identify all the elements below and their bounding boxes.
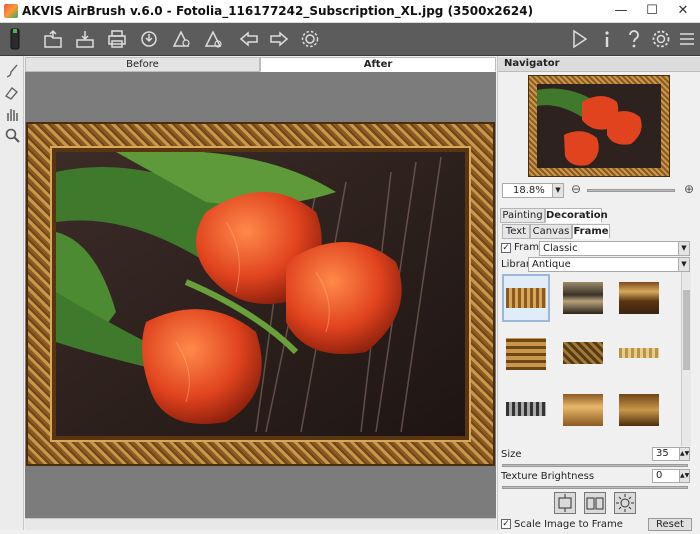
- navigator-header: Navigator: [498, 57, 700, 72]
- frame-checkbox[interactable]: ✓: [501, 243, 511, 253]
- main-tabs: Painting Decoration: [498, 208, 700, 223]
- tab-painting[interactable]: Painting: [500, 208, 545, 223]
- title-bar: AKVIS AirBrush v.6.0 - Fotolia_116177242…: [0, 0, 700, 23]
- print-icon[interactable]: [104, 27, 130, 51]
- app-logo-icon: [4, 4, 18, 18]
- image-canvas[interactable]: [25, 72, 496, 518]
- eraser-icon[interactable]: [3, 83, 21, 101]
- gallery-thumb[interactable]: [561, 388, 605, 432]
- minimize-button[interactable]: —: [605, 0, 637, 22]
- undo-arrow-icon[interactable]: [236, 27, 262, 51]
- open-icon[interactable]: [40, 27, 66, 51]
- spinner-icon: ▲▼: [679, 448, 689, 460]
- reset-button[interactable]: Reset: [648, 518, 692, 531]
- help-icon[interactable]: [621, 27, 647, 51]
- zoom-row: 18.8% ▼ ⊖ ⊕: [498, 182, 700, 200]
- zoom-slider[interactable]: [587, 189, 675, 192]
- info-icon[interactable]: [594, 27, 620, 51]
- chevron-down-icon: ▼: [678, 258, 689, 271]
- size-label: Size: [501, 449, 522, 460]
- size-value: 35: [656, 448, 669, 459]
- gallery-thumb[interactable]: [502, 274, 550, 322]
- texture-brightness-value: 0: [656, 470, 663, 481]
- hand-icon[interactable]: [3, 105, 21, 123]
- save-icon[interactable]: [72, 27, 98, 51]
- gallery-thumb[interactable]: [617, 332, 661, 376]
- gallery-thumb[interactable]: [504, 332, 548, 376]
- texture-brightness-input[interactable]: 0 ▲▼: [652, 469, 690, 483]
- gallery-thumb[interactable]: [561, 276, 605, 320]
- airbrush-logo-icon: [4, 27, 26, 51]
- spinner-icon: ▲▼: [679, 470, 689, 482]
- antique-frame: [26, 122, 495, 466]
- tab-canvas[interactable]: Canvas: [530, 224, 572, 239]
- zoom-select[interactable]: 18.8% ▼: [502, 183, 564, 198]
- preferences-icon[interactable]: [648, 27, 674, 51]
- texture-brightness-row: Texture Brightness 0 ▲▼: [498, 469, 700, 485]
- tab-text[interactable]: Text: [502, 224, 530, 239]
- frame-row: ✓ Frame Classic ▼: [498, 241, 700, 257]
- navigator-preview[interactable]: [528, 75, 670, 177]
- redo-arrow-icon[interactable]: [266, 27, 292, 51]
- maximize-button[interactable]: ☐: [636, 0, 668, 22]
- chevron-down-icon: ▼: [678, 242, 689, 255]
- plugin-icon[interactable]: [200, 27, 226, 51]
- zoom-icon[interactable]: [3, 126, 21, 144]
- gallery-thumb[interactable]: [617, 276, 661, 320]
- library-select[interactable]: Antique ▼: [528, 257, 690, 272]
- run-icon[interactable]: [566, 27, 592, 51]
- size-row: Size 35 ▲▼: [498, 447, 700, 463]
- zoom-out-icon[interactable]: ⊖: [571, 182, 581, 196]
- zoom-value: 18.8%: [513, 185, 545, 196]
- texture-brightness-slider[interactable]: [502, 486, 688, 489]
- tab-after[interactable]: After: [260, 57, 496, 72]
- tab-decoration[interactable]: Decoration: [545, 208, 608, 223]
- view-tabs: Before After: [25, 57, 496, 72]
- chevron-down-icon: ▼: [552, 184, 563, 197]
- frame-style-select[interactable]: Classic ▼: [539, 241, 690, 256]
- frame-style-value: Classic: [543, 243, 578, 254]
- extra-icon[interactable]: [674, 27, 700, 51]
- tools-panel: [0, 56, 24, 530]
- library-row: Library Antique ▼: [498, 257, 700, 273]
- horizontal-scrollbar[interactable]: [25, 518, 496, 530]
- zoom-in-icon[interactable]: ⊕: [684, 182, 694, 196]
- decoration-subtabs: Text Canvas Frame: [498, 224, 700, 239]
- texture-brightness-label: Texture Brightness: [501, 471, 595, 482]
- size-slider[interactable]: [502, 464, 688, 467]
- main-toolbar: [0, 23, 700, 56]
- brightness-icon[interactable]: [614, 492, 636, 514]
- scale-fit-button[interactable]: [554, 492, 576, 514]
- share-icon[interactable]: [136, 27, 162, 51]
- gallery-thumb[interactable]: [617, 388, 661, 432]
- size-input[interactable]: 35 ▲▼: [652, 447, 690, 461]
- frame-gallery: [498, 272, 693, 446]
- navigator-title: Navigator: [504, 58, 560, 69]
- gallery-thumb[interactable]: [504, 388, 548, 432]
- book-icon[interactable]: [584, 492, 606, 514]
- settings-gear-icon[interactable]: [297, 27, 323, 51]
- brush-icon[interactable]: [3, 62, 21, 80]
- close-button[interactable]: ✕: [667, 0, 699, 22]
- tab-frame[interactable]: Frame: [572, 224, 610, 239]
- scale-label: Scale Image to Frame: [514, 519, 623, 530]
- gallery-scrollbar[interactable]: [681, 272, 691, 446]
- gallery-thumb[interactable]: [561, 332, 605, 376]
- scale-checkbox[interactable]: ✓: [501, 519, 511, 529]
- settings-panel: Navigator 18.8% ▼ ⊖ ⊕ Painting Decoratio…: [497, 56, 700, 531]
- painted-image: [52, 148, 469, 440]
- batch-icon[interactable]: [168, 27, 194, 51]
- tab-before[interactable]: Before: [25, 57, 260, 72]
- window-title: AKVIS AirBrush v.6.0 - Fotolia_116177242…: [22, 4, 534, 18]
- library-value: Antique: [532, 259, 571, 270]
